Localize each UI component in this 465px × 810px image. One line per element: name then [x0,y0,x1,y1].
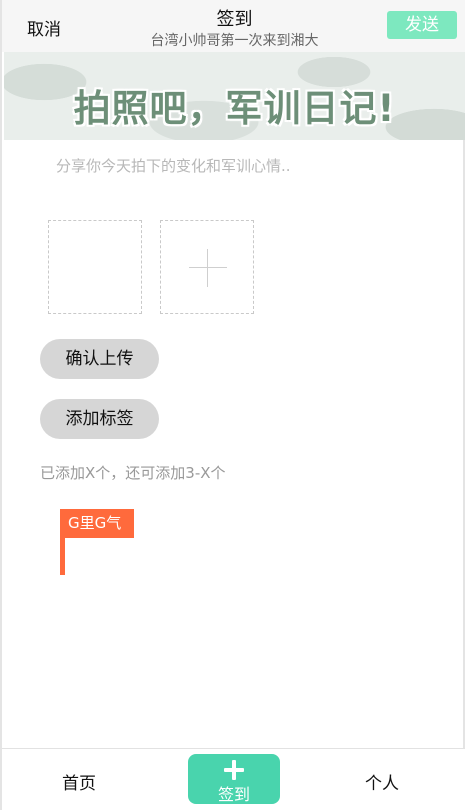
share-input[interactable] [56,157,436,175]
app-frame: 取消 签到 台湾小帅哥第一次来到湘大 发送 拍照吧，军训日记! 确认上传 添加标… [0,0,465,810]
bottom-nav: 首页 签到 个人 [2,748,465,810]
top-bar: 取消 签到 台湾小帅哥第一次来到湘大 发送 [2,0,465,52]
photo-slot[interactable] [48,220,142,314]
banner-title: 拍照吧，军训日记! [73,87,396,130]
tag-count-text: 已添加X个，还可添加3-X个 [40,464,226,482]
nav-home[interactable]: 首页 [62,769,96,794]
send-button[interactable]: 发送 [387,11,457,39]
banner: 拍照吧，军训日记! [4,52,465,140]
nav-checkin-button[interactable]: 签到 [188,754,280,804]
nav-checkin-label: 签到 [217,785,250,804]
tag-label: G里G气 [60,509,134,538]
nav-me[interactable]: 个人 [365,769,399,794]
add-photo-button[interactable] [160,220,254,314]
confirm-upload-button[interactable]: 确认上传 [40,339,159,379]
add-tag-button[interactable]: 添加标签 [40,399,159,439]
